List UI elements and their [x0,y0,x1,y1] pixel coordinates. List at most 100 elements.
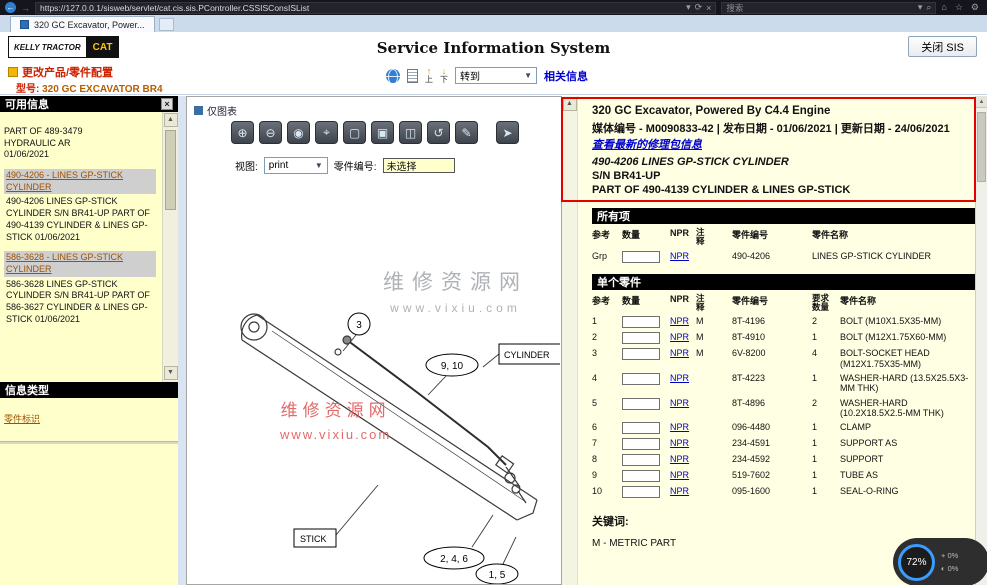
url-dropdown-icon[interactable]: ▾ [686,2,691,13]
home-icon[interactable]: ⌂ [941,2,946,13]
search-input[interactable] [726,3,913,13]
new-tab-button[interactable] [159,18,174,31]
goto-select[interactable]: 转到 ▼ [455,67,537,84]
url-input[interactable] [40,3,682,13]
media-info: 媒体编号 - M0090833-42 | 发布日期 - 01/06/2021 |… [592,122,958,136]
document-icon[interactable] [407,69,418,83]
npr-link[interactable]: NPR [670,438,689,448]
stop-icon[interactable]: × [706,3,711,13]
callout-3[interactable]: 3 [348,313,370,335]
model-label: 型号: [16,84,39,95]
pan-button[interactable]: ⌖ [315,121,338,144]
npr-link[interactable]: NPR [670,332,689,342]
callout-9-10[interactable]: 9, 10 [426,354,478,376]
single-parts-table: 参考 数量 NPR 注释 零件编号 要求数量 零件名称 1NPRM8T-4196… [592,292,975,501]
browser-tab[interactable]: 320 GC Excavator, Power... [10,16,155,32]
npr-link[interactable]: NPR [670,486,689,496]
refresh-icon[interactable]: ⟳ [695,2,703,13]
qty-input[interactable] [622,373,660,385]
part-row: 10NPR095-16001SEAL-O-RING [592,484,975,500]
part-ref: 1 [592,314,622,330]
callout-1-5[interactable]: 1, 5 [476,564,518,584]
settings-icon[interactable]: ⚙ [971,2,979,13]
fit-page-button[interactable]: ▢ [343,121,366,144]
related-info-link[interactable]: 相关信息 [544,68,588,84]
part-number-field[interactable] [383,158,455,173]
qty-input[interactable] [622,398,660,410]
col-note: 注释 [696,228,707,247]
go-to-callout-button[interactable]: ➤ [496,121,519,144]
graphic-toolbar: ⊕ ⊖ ◉ ⌖▢▣◫↺✎ ➤ [231,121,519,144]
npr-link[interactable]: NPR [670,422,689,432]
change-config-link[interactable]: 更改产品/零件配置 [8,64,113,80]
close-icon[interactable]: × [161,98,173,110]
npr-link[interactable]: NPR [670,470,689,480]
next-page-button[interactable]: ↓ 下 [440,67,448,84]
forward-button[interactable]: → [21,3,30,13]
zoom-area-button[interactable]: ◉ [287,121,310,144]
favorites-icon[interactable]: ☆ [955,2,963,13]
view-select[interactable]: print ▼ [264,157,328,174]
qty-input[interactable] [622,454,660,466]
address-bar[interactable]: ▾ ⟳ × [35,2,716,14]
part-req-qty: 1 [812,330,840,346]
part-name: BOLT-SOCKET HEAD (M12X1.75X35-MM) [840,346,975,371]
sidebar-scrollbar[interactable]: ▲ ▼ [162,112,178,382]
detail-scrollbar[interactable]: ▲ [562,96,578,585]
qty-input[interactable] [622,332,660,344]
qty-input[interactable] [622,316,660,328]
npr-link[interactable]: NPR [670,373,689,383]
part-identification-link[interactable]: 零件标识 [4,412,40,425]
npr-link[interactable]: NPR [670,454,689,464]
part-req-qty: 1 [812,436,840,452]
part-req-qty: 1 [812,371,840,396]
zoom-area-icon: ◉ [293,126,303,140]
fit-width-button[interactable]: ▣ [371,121,394,144]
part-ref: 10 [592,484,622,500]
zoom-in-button[interactable]: ⊕ [231,121,254,144]
reset-view-button[interactable]: ↺ [427,121,450,144]
part-number: 8T-4223 [732,371,812,396]
part-row: 9NPR519-76021TUBE AS [592,468,975,484]
npr-link[interactable]: NPR [670,251,689,261]
scrollbar-thumb[interactable] [977,112,986,182]
scroll-down-icon[interactable]: ▼ [164,366,178,380]
search-dropdown-icon[interactable]: ▾ [918,2,923,13]
detail-body: 所有项 参考 数量 NPR 注释 零件编号 零件名称 Grp NPR 490 [592,208,975,549]
npr-link[interactable]: NPR [670,348,689,358]
split-view-button[interactable]: ◫ [399,121,422,144]
npr-link[interactable]: NPR [670,398,689,408]
search-icon[interactable]: ⌕ [926,2,931,13]
qty-input[interactable] [622,486,660,498]
window-scrollbar[interactable]: ▲ [975,96,987,585]
part-req-qty: 1 [812,484,840,500]
callout-cylinder[interactable]: CYLINDER [499,344,560,364]
repair-kit-link[interactable]: 查看最新的修理包信息 [592,138,702,152]
callout-2-4-6[interactable]: 2, 4, 6 [424,547,484,569]
qty-input[interactable] [622,470,660,482]
plus-icon: + [941,551,945,560]
info-item-link[interactable]: 490-4206 - LINES GP-STICK CYLINDER [4,169,156,194]
scroll-up-icon[interactable]: ▲ [563,97,577,111]
back-button[interactable]: ← [5,2,16,13]
language-globe-icon[interactable] [386,69,400,83]
zoom-widget[interactable]: 72% + 0% ◐ 0% [893,538,987,585]
info-item-link[interactable]: 586-3628 - LINES GP-STICK CYLINDER [4,251,156,276]
callout-stick[interactable]: STICK [294,529,336,547]
qty-input[interactable] [622,251,660,263]
zoom-out-icon: ⊖ [265,126,275,140]
scrollbar-thumb[interactable] [165,130,176,210]
qty-input[interactable] [622,438,660,450]
zoom-out-button[interactable]: ⊖ [259,121,282,144]
qty-input[interactable] [622,348,660,360]
close-sis-button[interactable]: 关闭 SIS [908,36,977,57]
scroll-up-icon[interactable]: ▲ [976,96,987,108]
panel-splitter[interactable] [178,96,186,585]
qty-input[interactable] [622,422,660,434]
npr-link[interactable]: NPR [670,316,689,326]
search-box[interactable]: ▾ ⌕ [721,2,936,14]
previous-page-button[interactable]: ↑ 上 [425,67,433,84]
annotate-button[interactable]: ✎ [455,121,478,144]
scroll-up-icon[interactable]: ▲ [164,113,178,127]
part-ref: 5 [592,396,622,421]
